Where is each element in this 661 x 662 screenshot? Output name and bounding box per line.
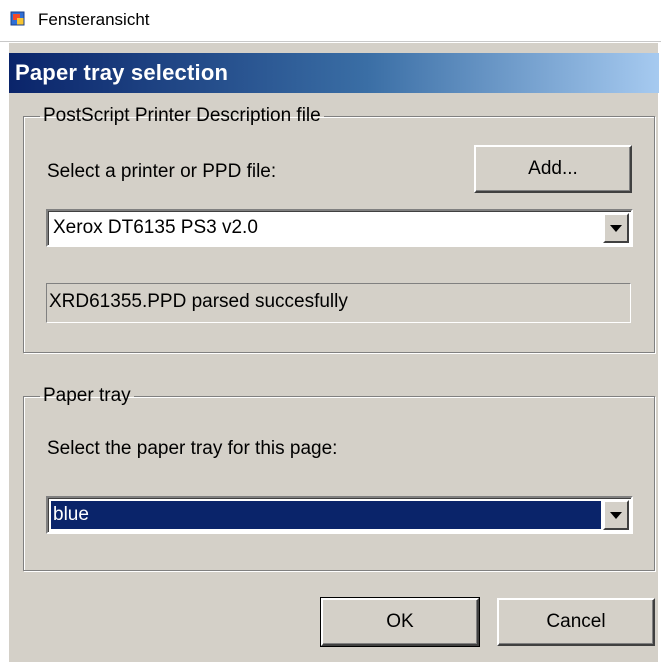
printer-select-value: Xerox DT6135 PS3 v2.0 [53,217,258,238]
ppd-parse-status: XRD61355.PPD parsed succesfully [46,283,631,323]
dialog-title: Paper tray selection [15,60,229,85]
ok-button[interactable]: OK [320,597,480,647]
host-window-title: Fensteransicht [38,10,150,29]
dialog-titlebar[interactable]: Paper tray selection [9,53,659,93]
ppd-group-legend: PostScript Printer Description file [43,105,321,126]
add-ppd-button[interactable]: Add... [474,145,632,193]
chevron-down-icon[interactable] [603,213,629,243]
tray-group-legend: Paper tray [43,385,131,406]
chevron-down-icon[interactable] [603,500,629,530]
paper-tray-select-value: blue [51,501,601,529]
paper-tray-select[interactable]: blue [46,496,633,534]
paper-tray-group: Paper tray [23,385,655,571]
paper-tray-dialog: Paper tray selection PostScript Printer … [8,43,659,662]
cancel-button[interactable]: Cancel [497,598,655,646]
host-window-titlebar: Fensteransicht [0,0,661,42]
window-view-icon [10,11,25,26]
printer-select[interactable]: Xerox DT6135 PS3 v2.0 [46,209,633,247]
select-tray-label: Select the paper tray for this page: [47,438,338,459]
select-printer-label: Select a printer or PPD file: [47,161,277,182]
